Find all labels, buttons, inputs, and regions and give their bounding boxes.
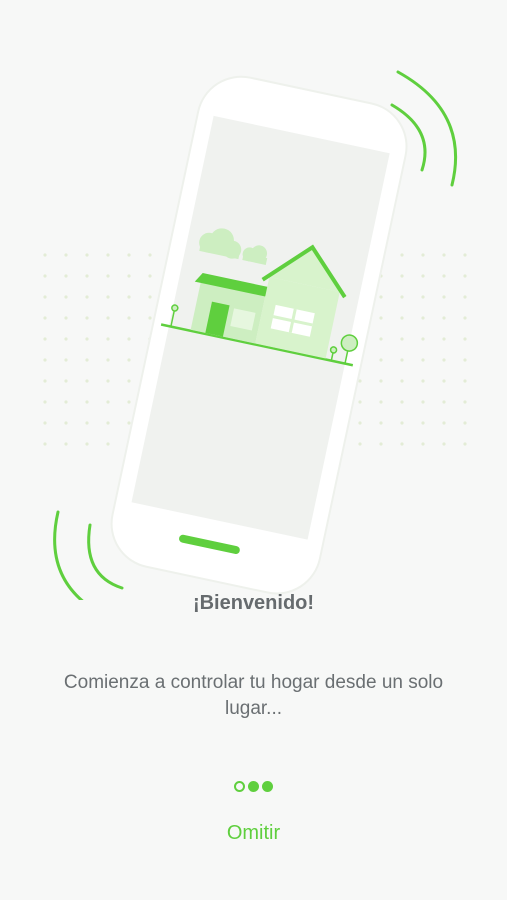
phone-illustration	[110, 75, 408, 595]
page-dot-2[interactable]	[248, 780, 259, 792]
page-dot-1[interactable]	[234, 780, 245, 792]
skip-button[interactable]: Omitir	[0, 822, 507, 845]
welcome-title: ¡Bienvenido!	[192, 592, 315, 614]
page-dot-3[interactable]	[262, 780, 273, 792]
page-indicator	[0, 778, 507, 794]
welcome-illustration	[28, 70, 480, 600]
welcome-subtitle: Comienza a controlar tu hogar desde un s…	[63, 672, 444, 719]
